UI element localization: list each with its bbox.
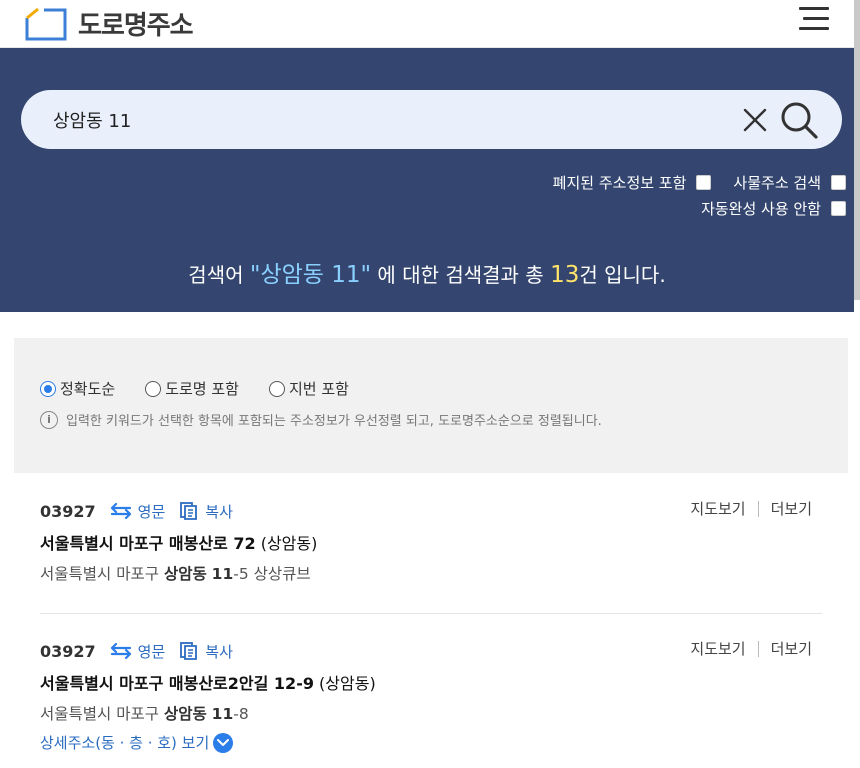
- sort-accuracy-radio[interactable]: 정확도순: [40, 378, 115, 399]
- search-section: 폐지된 주소정보 포함 사물주소 검색 자동완성 사용 안함 검색어 "상암동 …: [0, 48, 854, 312]
- copy-button[interactable]: 복사: [179, 641, 233, 662]
- road-address-main: 서울특별시 마포구 매봉산로 72: [40, 534, 256, 553]
- road-address-dong: (상암동): [255, 534, 318, 553]
- result-links: 지도보기 더보기: [690, 498, 812, 519]
- result-item: 03927 영문 복사 지도보기 더보기 서울특별시 마포구 매봉산로2안길 1…: [40, 638, 822, 768]
- english-address-button[interactable]: 영문: [110, 641, 166, 662]
- road-address-main: 서울특별시 마포구 매봉산로2안길 12-9: [40, 674, 314, 693]
- search-summary: 검색어 "상암동 11" 에 대한 검색결과 총 13건 입니다.: [0, 255, 854, 289]
- jibun-dong: 상암동: [163, 565, 207, 583]
- include-abolished-option[interactable]: 폐지된 주소정보 포함: [553, 172, 712, 193]
- copy-icon: [180, 502, 198, 520]
- radio-dot: [40, 380, 56, 397]
- search-input[interactable]: [53, 102, 713, 138]
- logo-text: 도로명주소: [78, 10, 194, 41]
- english-label: 영문: [137, 502, 166, 521]
- jibun-address: 서울특별시 마포구 상암동 11-5 상상큐브: [40, 562, 822, 584]
- result-links: 지도보기 더보기: [690, 638, 812, 659]
- more-link[interactable]: 더보기: [771, 498, 812, 519]
- search-icon[interactable]: [779, 100, 819, 140]
- sort-filter-panel: 정확도순 도로명 포함 지번 포함 i 입력한 키워드가 선택한 항목에 포함되…: [14, 338, 848, 473]
- include-abolished-label: 폐지된 주소정보 포함: [552, 174, 687, 192]
- result-item: 03927 영문 복사 지도보기 더보기 서울특별시 마포구 매봉산로 72 (…: [40, 498, 822, 614]
- hamburger-menu-icon[interactable]: [797, 5, 833, 33]
- building-search-checkbox[interactable]: [831, 175, 846, 190]
- include-abolished-checkbox[interactable]: [696, 175, 712, 190]
- jibun-main-number: 11: [211, 705, 234, 723]
- search-box: [21, 90, 842, 149]
- jibun-address: 서울특별시 마포구 상암동 11-8: [40, 702, 822, 724]
- search-options-row: 폐지된 주소정보 포함 사물주소 검색: [531, 172, 846, 193]
- swap-arrows-icon: [110, 642, 131, 660]
- detail-address-label: 상세주소(동 · 층 · 호) 보기: [40, 734, 210, 752]
- summary-middle: 에 대한 검색결과 총: [371, 263, 551, 287]
- jibun-prefix: 서울특별시 마포구: [40, 565, 164, 583]
- house-logo-icon: [25, 7, 67, 41]
- sort-road-label: 도로명 포함: [165, 380, 239, 398]
- clear-icon[interactable]: [741, 106, 769, 134]
- link-divider: [757, 500, 759, 517]
- jibun-dong: 상암동: [163, 705, 207, 723]
- autocomplete-off-option[interactable]: 자동완성 사용 안함: [701, 198, 846, 219]
- logo[interactable]: 도로명주소: [24, 4, 194, 42]
- sort-jibun-radio[interactable]: 지번 포함: [268, 378, 349, 399]
- top-header: 도로명주소: [0, 0, 860, 48]
- result-top-row: 03927 영문 복사 지도보기 더보기: [40, 638, 822, 664]
- copy-label: 복사: [205, 642, 233, 661]
- building-search-label: 사물주소 검색: [733, 174, 821, 192]
- autocomplete-off-label: 자동완성 사용 안함: [701, 200, 821, 218]
- zip-code: 03927: [40, 501, 96, 521]
- result-count: 13: [550, 262, 580, 288]
- road-address-dong: (상암동): [313, 674, 376, 693]
- building-search-option[interactable]: 사물주소 검색: [733, 172, 846, 193]
- detail-address-toggle[interactable]: 상세주소(동 · 층 · 호) 보기: [40, 732, 822, 753]
- radio-dot: [145, 380, 162, 397]
- english-label: 영문: [137, 642, 166, 661]
- road-address[interactable]: 서울특별시 마포구 매봉산로 72 (상암동): [40, 530, 822, 554]
- sort-radio-group: 정확도순 도로명 포함 지번 포함: [40, 378, 379, 399]
- radio-dot: [268, 380, 285, 397]
- result-top-row: 03927 영문 복사 지도보기 더보기: [40, 498, 822, 524]
- zip-code: 03927: [40, 641, 96, 661]
- summary-suffix: 건 입니다.: [579, 263, 666, 287]
- autocomplete-off-checkbox[interactable]: [831, 201, 846, 216]
- sort-notice: i 입력한 키워드가 선택한 항목에 포함되는 주소정보가 우선정렬 되고, 도…: [40, 410, 602, 429]
- jibun-prefix: 서울특별시 마포구: [40, 705, 164, 723]
- jibun-rest: -5 상상큐브: [233, 565, 311, 583]
- copy-button[interactable]: 복사: [179, 501, 233, 522]
- link-divider: [757, 640, 759, 657]
- summary-prefix: 검색어: [188, 263, 250, 287]
- jibun-main-number: 11: [211, 565, 234, 583]
- copy-label: 복사: [205, 502, 233, 521]
- sort-road-radio[interactable]: 도로명 포함: [145, 378, 239, 399]
- english-address-button[interactable]: 영문: [110, 501, 166, 522]
- jibun-rest: -8: [233, 705, 249, 723]
- more-link[interactable]: 더보기: [771, 638, 812, 659]
- sort-jibun-label: 지번 포함: [288, 380, 349, 398]
- road-address[interactable]: 서울특별시 마포구 매봉산로2안길 12-9 (상암동): [40, 670, 822, 694]
- swap-arrows-icon: [110, 502, 131, 520]
- info-icon: i: [40, 410, 58, 429]
- sort-accuracy-label: 정확도순: [60, 380, 116, 398]
- map-view-link[interactable]: 지도보기: [690, 498, 745, 519]
- copy-icon: [180, 642, 198, 660]
- sort-notice-text: 입력한 키워드가 선택한 항목에 포함되는 주소정보가 우선정렬 되고, 도로명…: [66, 414, 602, 429]
- summary-keyword: "상암동 11": [249, 262, 372, 288]
- scrollbar[interactable]: [854, 0, 860, 300]
- autocomplete-option-row: 자동완성 사용 안함: [679, 198, 846, 219]
- map-view-link[interactable]: 지도보기: [690, 638, 745, 659]
- chevron-down-icon: [213, 732, 234, 753]
